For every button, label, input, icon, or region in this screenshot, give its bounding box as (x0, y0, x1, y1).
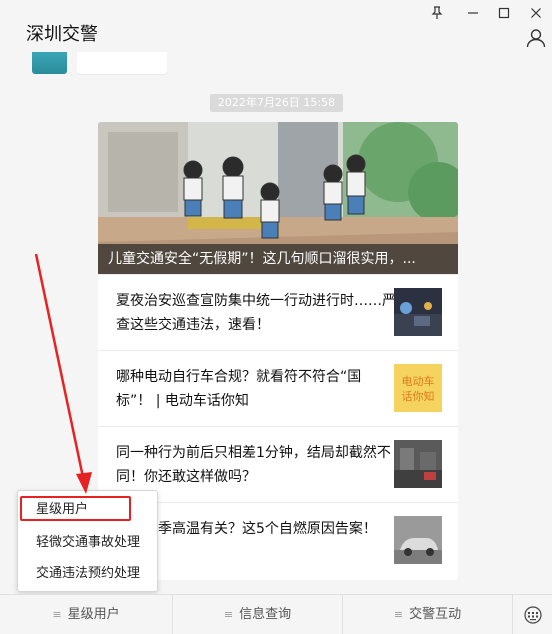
menu-item-minor-accident[interactable]: 轻微交通事故处理 (18, 528, 157, 558)
article-title: 哪种电动自行车合规？就看符不符合“国标”！ | 电动车话你知 (116, 369, 362, 409)
message-timestamp: 2022年7月26日 15:58 (210, 94, 343, 112)
hero-caption: 儿童交通安全“无假期”！这几句顺口溜很实用，... (98, 244, 458, 274)
close-icon[interactable] (529, 6, 543, 20)
avatar (32, 52, 67, 74)
menu-lines-icon: ≡ (223, 608, 234, 621)
pin-icon[interactable] (430, 6, 444, 20)
article-item[interactable]: 夏夜治安巡查宣防集中统一行动进行时……严查这些交通违法，速看！ (98, 274, 458, 350)
previous-message (32, 52, 167, 76)
tab-label: 信息查询 (239, 607, 292, 622)
tab-police-interaction[interactable]: ≡ 交警互动 (342, 595, 512, 634)
menu-lines-icon: ≡ (393, 608, 404, 621)
thumb-text-line1: 电动车 (402, 374, 435, 388)
tab-info-query[interactable]: ≡ 信息查询 (172, 595, 342, 634)
menu-item-violation-appointment[interactable]: 交通违法预约处理 (18, 559, 157, 589)
tab-label: 星级用户 (67, 607, 120, 622)
app-title: 深圳交警 (26, 24, 98, 45)
article-hero[interactable]: 儿童交通安全“无假期”！这几句顺口溜很实用，... (98, 122, 458, 274)
user-icon[interactable] (526, 28, 546, 48)
article-title: 夏夜治安巡查宣防集中统一行动进行时……严查这些交通违法，速看！ (116, 293, 396, 333)
article-title: 同一种行为前后只相差1分钟，结局却截然不同！你还敢这样做吗？ (116, 445, 391, 485)
tab-label: 交警互动 (409, 607, 462, 622)
article-item[interactable]: 哪种电动自行车合规？就看符不符合“国标”！ | 电动车话你知 电动车 话你知 (98, 350, 458, 426)
article-thumbnail: 电动车 话你知 (394, 364, 442, 412)
bottom-menu-bar: ≡ 星级用户 ≡ 信息查询 ≡ 交警互动 (0, 594, 552, 634)
article-title: 燃跟夏季高温有关？这5个自燃原因告案！ (116, 521, 377, 537)
article-thumbnail (394, 288, 442, 336)
menu-lines-icon: ≡ (52, 608, 62, 621)
minimize-icon[interactable] (466, 6, 480, 20)
message-bubble (77, 52, 167, 74)
tab-star-user[interactable]: ≡ 星级用户 (0, 595, 172, 634)
article-thumbnail (394, 516, 442, 564)
highlight-box (20, 496, 131, 521)
article-thumbnail (394, 440, 442, 488)
maximize-icon[interactable] (497, 6, 511, 20)
thumb-text-line2: 话你知 (402, 389, 435, 403)
keyboard-icon[interactable] (512, 595, 552, 634)
